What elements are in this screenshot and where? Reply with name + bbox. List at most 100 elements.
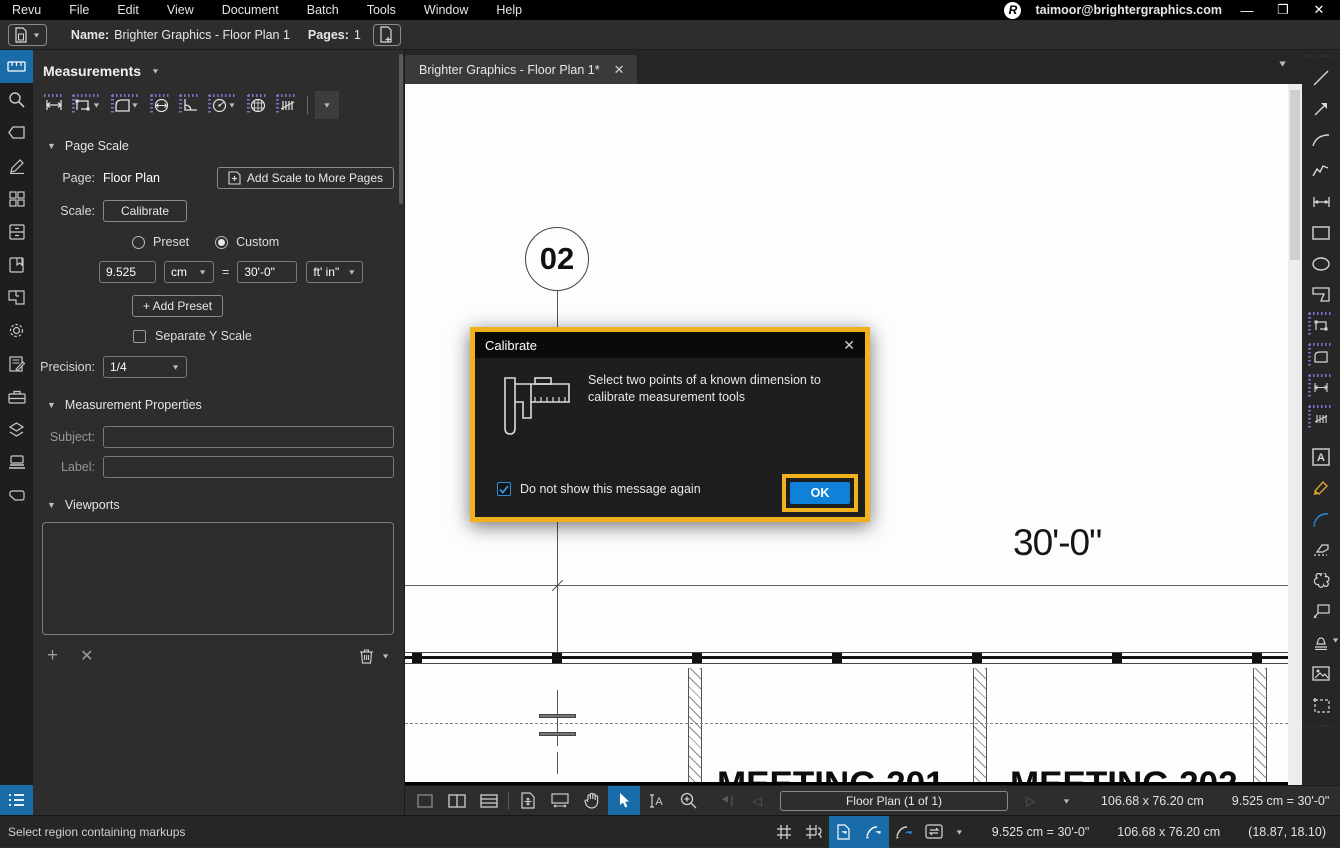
area-tool-button[interactable]: ▼ xyxy=(109,92,145,118)
sidebar-item-markup-summary[interactable] xyxy=(0,347,33,380)
rectangle-tool-button[interactable] xyxy=(1306,217,1336,248)
side-by-side-view-button[interactable] xyxy=(441,786,473,816)
measure-length-tool-button[interactable] xyxy=(1306,372,1336,403)
angle-tool-button[interactable] xyxy=(177,92,203,118)
dialog-close-icon[interactable]: ✕ xyxy=(843,337,855,354)
separate-y-checkbox[interactable] xyxy=(133,330,146,343)
minimize-button[interactable]: — xyxy=(1236,3,1258,18)
ellipse-tool-button[interactable] xyxy=(1306,248,1336,279)
menu-file[interactable]: File xyxy=(69,3,89,17)
menu-help[interactable]: Help xyxy=(496,3,522,17)
sidebar-item-search[interactable] xyxy=(0,83,33,116)
previous-page-button[interactable]: ◁ xyxy=(742,794,772,808)
eraser-tool-button[interactable] xyxy=(1306,534,1336,565)
single-page-view-button[interactable] xyxy=(409,786,441,816)
measure-area-tool-button[interactable] xyxy=(1306,341,1336,372)
chevron-down-icon[interactable]: ▼ xyxy=(151,67,160,75)
pan-tool-button[interactable] xyxy=(576,786,608,816)
menu-document[interactable]: Document xyxy=(222,3,279,17)
viewports-list[interactable] xyxy=(42,522,394,635)
sidebar-item-thumbnails[interactable] xyxy=(0,182,33,215)
add-preset-button[interactable]: + Add Preset xyxy=(132,295,223,317)
fit-width-button[interactable] xyxy=(544,786,576,816)
select-tool-button[interactable] xyxy=(608,786,640,816)
sidebar-item-links[interactable] xyxy=(0,479,33,512)
polylength-tool-button[interactable]: ▼ xyxy=(70,92,106,118)
snapshot-tool-button[interactable] xyxy=(1306,689,1336,720)
grid-toggle-button[interactable] xyxy=(769,816,799,848)
sidebar-item-bookmarks[interactable] xyxy=(0,248,33,281)
callout-tool-button[interactable] xyxy=(1306,596,1336,627)
sidebar-item-sets[interactable] xyxy=(0,446,33,479)
tab-close-icon[interactable]: ✕ xyxy=(614,62,625,78)
add-viewport-button[interactable]: + xyxy=(47,645,58,667)
trash-icon[interactable] xyxy=(359,648,374,664)
swap-button[interactable] xyxy=(919,816,949,848)
scrollbar-thumb[interactable] xyxy=(1290,90,1300,260)
restore-button[interactable]: ❐ xyxy=(1272,2,1294,18)
dimension-tool-button[interactable] xyxy=(1306,186,1336,217)
subject-input[interactable] xyxy=(103,426,394,448)
scale-value-input[interactable] xyxy=(99,261,156,283)
more-tools-button[interactable]: ▼ xyxy=(315,91,339,119)
fit-page-button[interactable] xyxy=(512,786,544,816)
diameter-tool-button[interactable] xyxy=(148,92,174,118)
reuse-document-button[interactable] xyxy=(829,816,859,848)
sidebar-item-measurements[interactable] xyxy=(0,50,33,83)
account-email[interactable]: taimoor@brightergraphics.com xyxy=(1035,3,1222,17)
sidebar-item-signatures[interactable] xyxy=(0,149,33,182)
new-page-button[interactable] xyxy=(373,24,401,46)
tab-list-chevron-icon[interactable]: ▼ xyxy=(1277,59,1288,69)
text-box-tool-button[interactable]: A xyxy=(1306,441,1336,472)
sidebar-item-tool-chest[interactable] xyxy=(0,380,33,413)
target-unit-select[interactable]: ft' in"▼ xyxy=(306,261,363,283)
menu-revu[interactable]: Revu xyxy=(12,3,41,17)
cloud-tool-button[interactable] xyxy=(1306,565,1336,596)
menu-window[interactable]: Window xyxy=(424,3,468,17)
image-tool-button[interactable] xyxy=(1306,658,1336,689)
sync-markup-button[interactable] xyxy=(889,816,919,848)
sidebar-item-file-access[interactable] xyxy=(0,215,33,248)
arrow-tool-button[interactable] xyxy=(1306,93,1336,124)
reuse-markup-button[interactable] xyxy=(859,816,889,848)
sidebar-item-properties[interactable] xyxy=(0,314,33,347)
volume-tool-button[interactable] xyxy=(245,92,271,118)
menu-edit[interactable]: Edit xyxy=(117,3,139,17)
zoom-tool-button[interactable] xyxy=(672,786,704,816)
page-navigation-field[interactable] xyxy=(780,791,1008,811)
unit-select[interactable]: cm▼ xyxy=(164,261,214,283)
polygon-tool-button[interactable] xyxy=(1306,279,1336,310)
preset-radio[interactable] xyxy=(132,236,145,249)
snap-to-grid-button[interactable] xyxy=(799,816,829,848)
menu-view[interactable]: View xyxy=(167,3,194,17)
measurement-properties-section-header[interactable]: ▼ Measurement Properties xyxy=(47,398,404,412)
page-options-chevron-icon[interactable]: ▼ xyxy=(1062,797,1071,805)
remove-viewport-button[interactable]: ✕ xyxy=(80,646,93,666)
add-scale-to-more-pages-button[interactable]: Add Scale to More Pages xyxy=(217,167,394,189)
document-tab[interactable]: Brighter Graphics - Floor Plan 1* ✕ xyxy=(405,55,637,84)
select-text-button[interactable]: A xyxy=(640,786,672,816)
ok-button[interactable]: OK xyxy=(790,482,850,504)
calibrate-button[interactable]: Calibrate xyxy=(103,200,187,222)
dialog-titlebar[interactable]: Calibrate ✕ xyxy=(475,332,865,358)
sidebar-item-tags[interactable] xyxy=(0,116,33,149)
page-scale-section-header[interactable]: ▼ Page Scale xyxy=(47,139,404,153)
panel-scrollbar[interactable] xyxy=(399,54,403,204)
document-select-button[interactable]: ▼ xyxy=(8,24,47,46)
measure-count-tool-button[interactable] xyxy=(1306,403,1336,434)
menu-batch[interactable]: Batch xyxy=(307,3,339,17)
viewports-section-header[interactable]: ▼ Viewports xyxy=(47,498,404,512)
markups-list-button[interactable] xyxy=(0,785,33,815)
split-horizontal-view-button[interactable] xyxy=(473,786,505,816)
measure-polylength-tool-button[interactable] xyxy=(1306,310,1336,341)
menu-tools[interactable]: Tools xyxy=(367,3,396,17)
stamp-tool-button[interactable]: ▼ xyxy=(1306,627,1336,658)
chevron-down-icon[interactable]: ▼ xyxy=(381,652,390,660)
do-not-show-checkbox[interactable] xyxy=(497,482,511,496)
polyline-tool-button[interactable] xyxy=(1306,155,1336,186)
sidebar-item-layers[interactable] xyxy=(0,413,33,446)
line-tool-button[interactable] xyxy=(1306,62,1336,93)
precision-select[interactable]: 1/4▼ xyxy=(103,356,187,378)
next-page-button[interactable]: ▷ xyxy=(1016,794,1046,808)
sidebar-item-spaces[interactable] xyxy=(0,281,33,314)
